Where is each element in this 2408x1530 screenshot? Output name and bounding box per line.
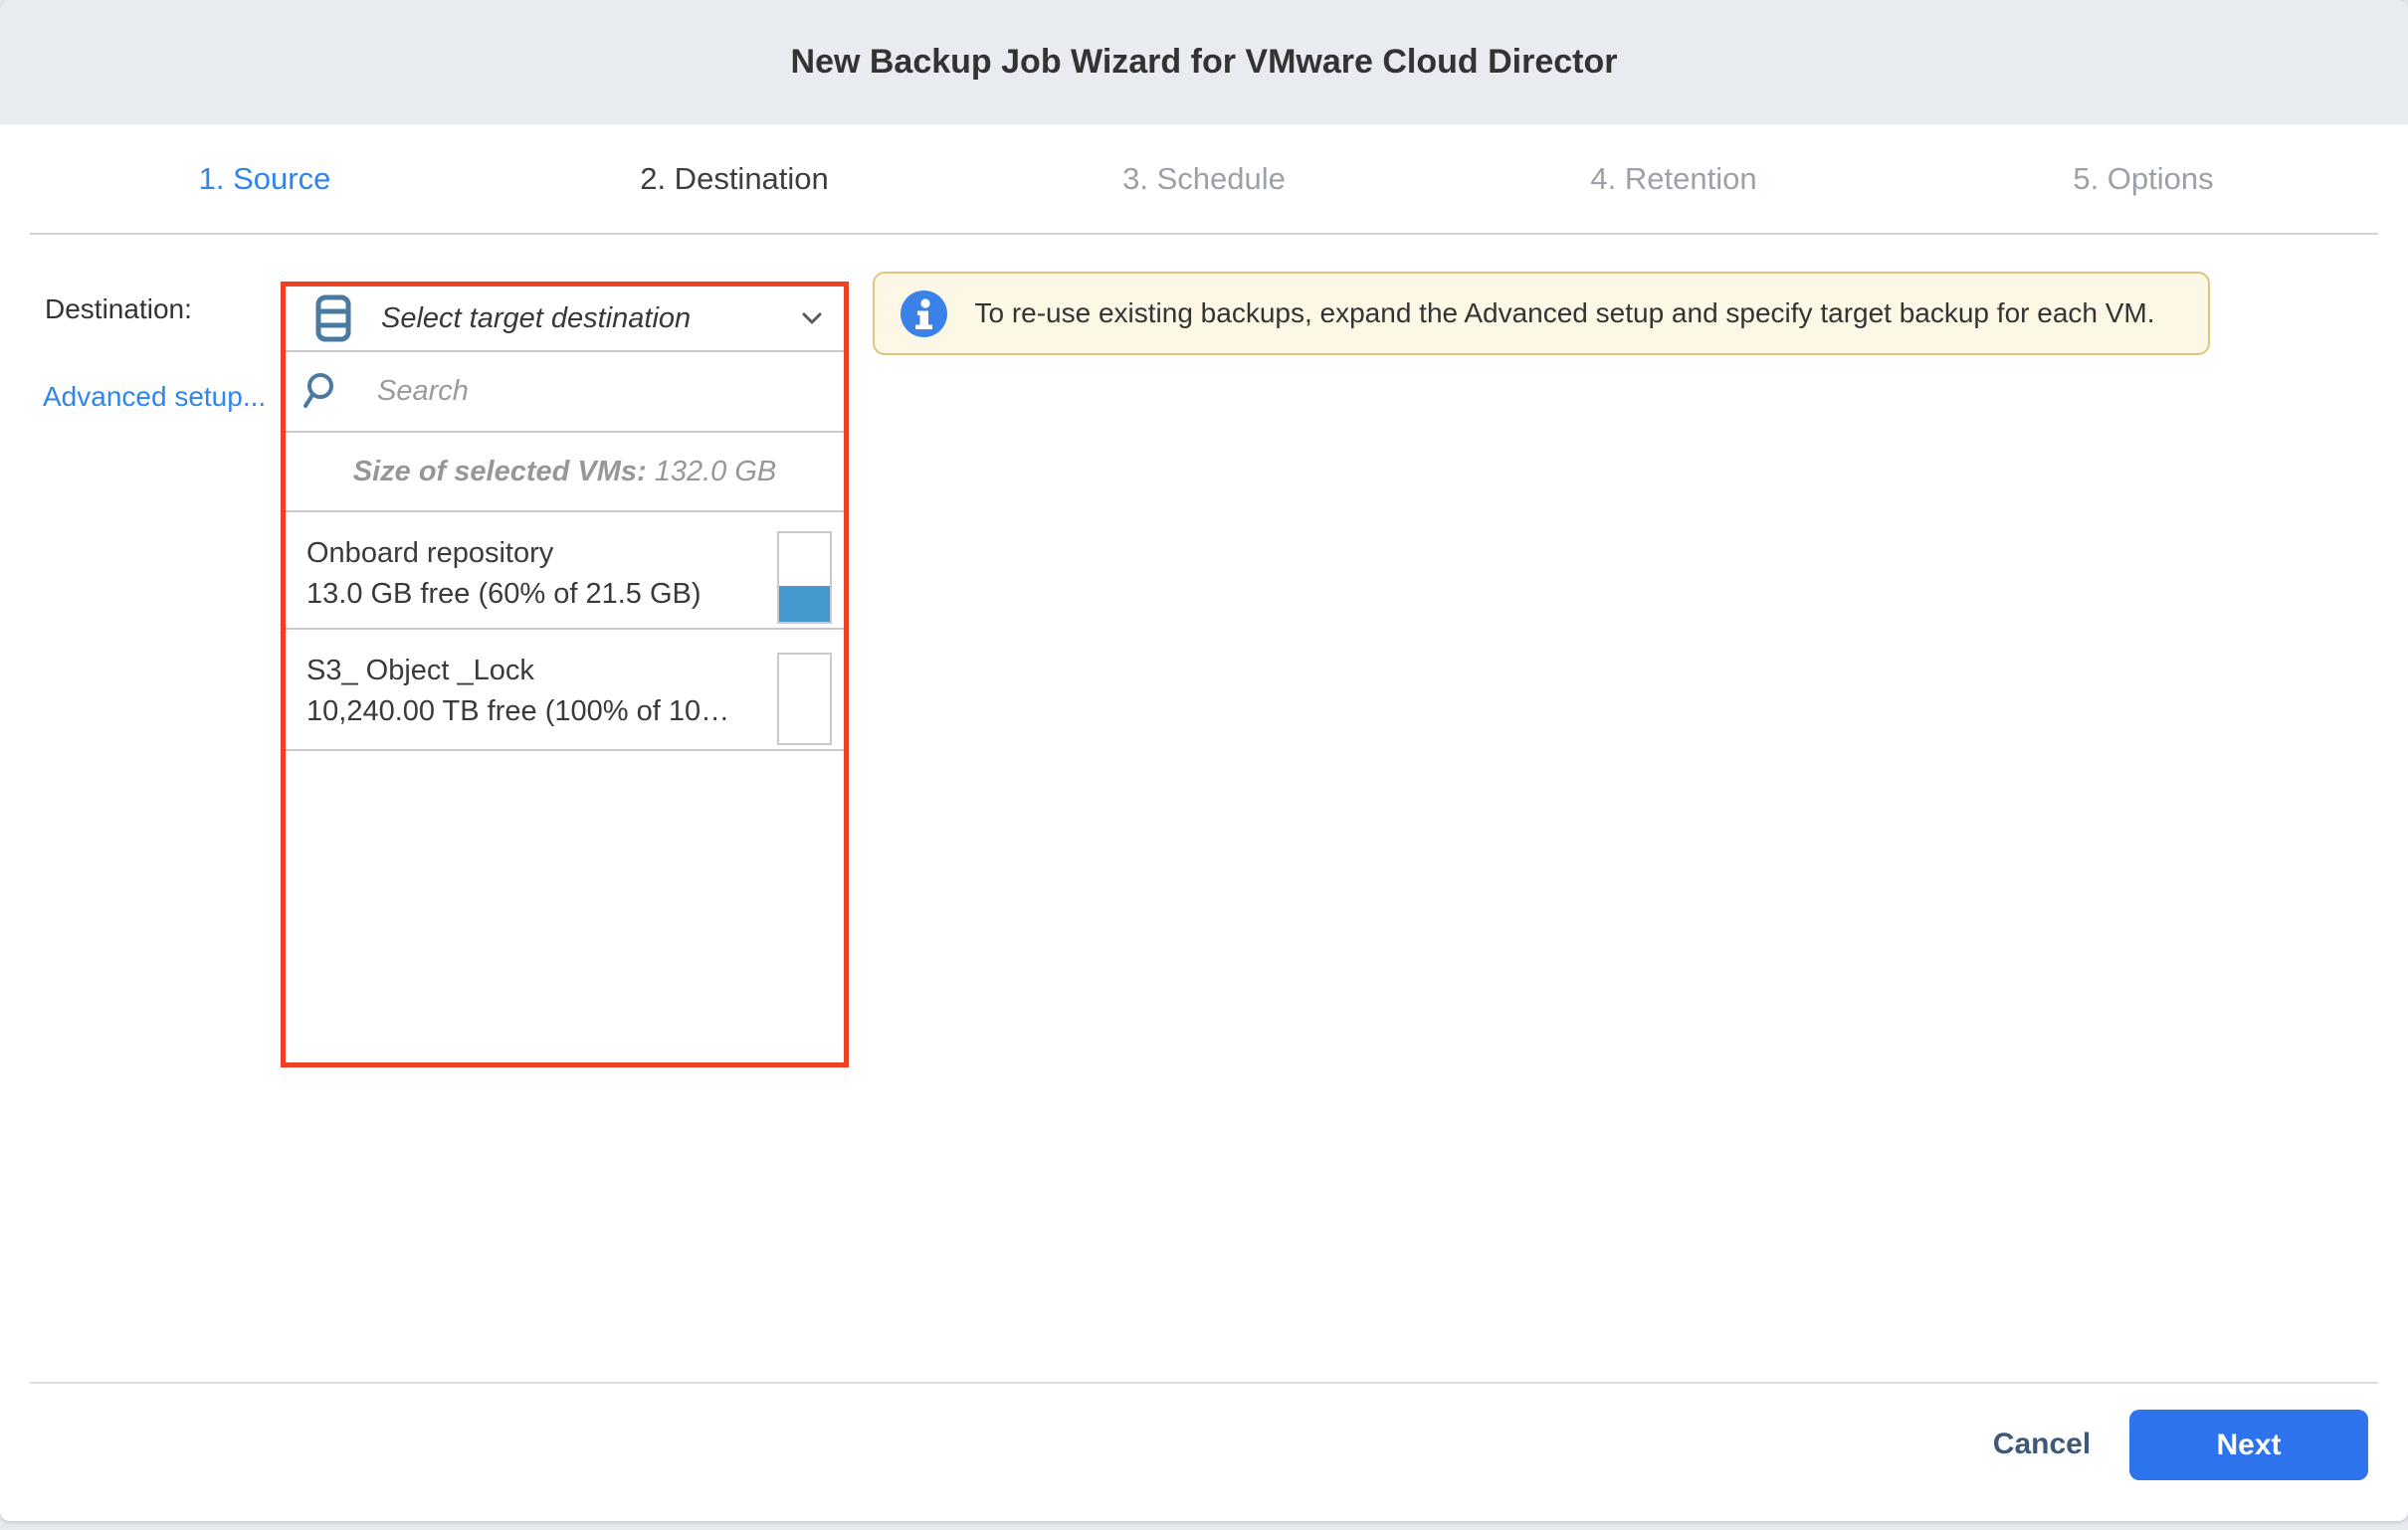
capacity-gauge [777,531,832,624]
repository-name: S3_ Object _Lock [306,654,754,687]
info-icon [901,290,947,337]
destination-select-value: Select target destination [381,302,691,335]
next-button[interactable]: Next [2129,1410,2368,1480]
repository-free-space: 10,240.00 TB free (100% of 10… [306,694,754,728]
advanced-setup-link[interactable]: Advanced setup... [43,381,266,413]
size-label: Size of selected VMs: [353,456,647,488]
search-row [286,352,844,431]
step-source[interactable]: 1. Source [30,124,500,233]
repository-free-space: 13.0 GB free (60% of 21.5 GB) [306,577,754,611]
capacity-gauge [777,653,832,745]
search-icon [301,372,337,412]
destination-label: Destination: [45,293,192,325]
page-title: New Backup Job Wizard for VMware Cloud D… [791,43,1618,82]
capacity-gauge-fill [779,586,830,622]
wizard-steps: 1. Source 2. Destination 3. Schedule 4. … [30,124,2378,235]
wizard-dialog: New Backup Job Wizard for VMware Cloud D… [0,0,2408,1521]
step-retention: 4. Retention [1439,124,1908,233]
chevron-down-icon [802,312,822,325]
cancel-button[interactable]: Cancel [1993,1428,2091,1461]
size-value: 132.0 GB [655,456,777,488]
divider [286,749,844,751]
repository-name: Onboard repository [306,536,754,570]
repository-icon [315,294,351,342]
selected-vms-size: Size of selected VMs: 132.0 GB [286,433,844,510]
step-options: 5. Options [1908,124,2378,233]
footer-divider [30,1382,2378,1384]
repository-item-s3[interactable]: S3_ Object _Lock 10,240.00 TB free (100%… [286,630,844,749]
step-schedule: 3. Schedule [969,124,1439,233]
repository-item-onboard[interactable]: Onboard repository 13.0 GB free (60% of … [286,512,844,628]
info-banner-text: To re-use existing backups, expand the A… [947,297,2182,329]
info-banner: To re-use existing backups, expand the A… [873,272,2210,355]
search-input[interactable] [377,375,844,408]
destination-select[interactable]: Select target destination [286,287,844,350]
step-destination[interactable]: 2. Destination [500,124,969,233]
destination-picker: Select target destination Size of select… [281,282,849,1067]
wizard-header: New Backup Job Wizard for VMware Cloud D… [0,0,2408,124]
